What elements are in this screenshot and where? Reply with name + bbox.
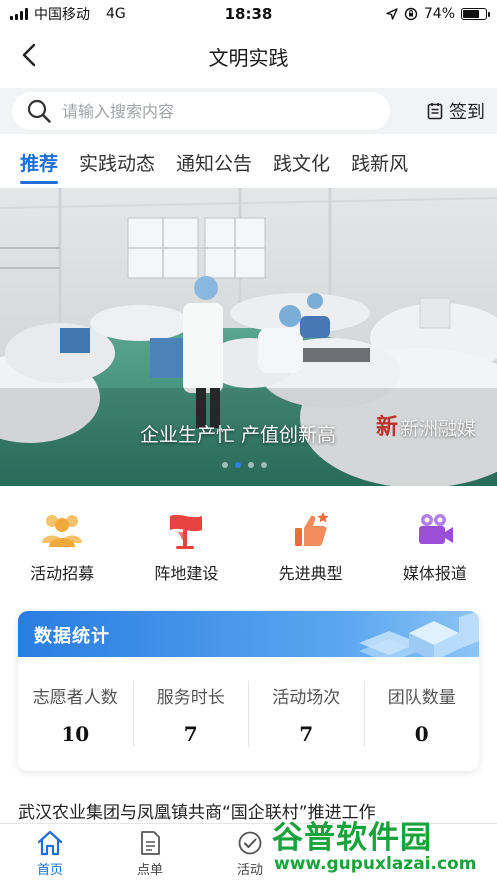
tabbar-activity[interactable]: 活动: [200, 824, 300, 883]
tabbar-label: 首页: [36, 862, 63, 878]
quick-label: 活动招募: [30, 564, 95, 583]
carousel-dot[interactable]: [222, 462, 228, 468]
check-circle-icon: [238, 831, 262, 854]
carousel-dot[interactable]: [235, 462, 241, 468]
stat-service-hours[interactable]: 服务时长 7: [134, 681, 249, 747]
bottom-tab-bar: 首页 点单 活动: [0, 823, 497, 883]
search-box[interactable]: [12, 92, 390, 130]
flag-icon: [164, 510, 208, 550]
orientation-lock-icon: [404, 7, 418, 21]
tab-culture[interactable]: 践文化: [273, 138, 330, 186]
battery-icon: [461, 8, 490, 20]
chevron-left-icon: [22, 43, 36, 67]
search-icon: [27, 99, 51, 123]
stat-value: 0: [414, 721, 429, 746]
page-title: 文明实践: [208, 45, 289, 70]
tabbar-order[interactable]: 点单: [100, 824, 200, 883]
back-button[interactable]: [14, 40, 44, 70]
stats-decoration: [359, 611, 479, 657]
quick-entries: 活动招募 阵地建设 先进典型 媒体报道: [0, 510, 497, 590]
tabbar-label: 活动: [236, 862, 263, 878]
location-icon: [386, 8, 398, 20]
quick-media-reports[interactable]: 媒体报道: [373, 510, 497, 590]
carrier-label: 中国移动: [34, 7, 90, 23]
quick-label: 媒体报道: [402, 564, 467, 583]
stat-value: 7: [299, 721, 314, 746]
search-input[interactable]: [62, 101, 352, 121]
stat-team-count[interactable]: 团队数量 0: [365, 681, 480, 747]
battery-percent: 74%: [423, 6, 455, 22]
tab-recommend[interactable]: 推荐: [20, 138, 59, 186]
stats-title: 数据统计: [34, 626, 110, 647]
news-headline[interactable]: 武汉农业集团与凤凰镇共商“国企联村”推进工作: [18, 798, 488, 823]
quick-label: 阵地建设: [154, 564, 219, 583]
status-left: 中国移动 4G: [10, 4, 126, 24]
thumbs-up-icon: [289, 510, 333, 550]
tab-new-customs[interactable]: 践新风: [351, 138, 408, 186]
carousel-dots: [222, 462, 267, 468]
signal-icon: [10, 8, 28, 20]
stat-activity-count[interactable]: 活动场次 7: [249, 681, 365, 747]
stat-label: 活动场次: [272, 687, 341, 708]
tab-notices[interactable]: 通知公告: [176, 138, 252, 186]
watermark-seal-icon: 新: [376, 414, 399, 440]
stat-value: 7: [183, 721, 198, 746]
search-row: 签到: [0, 88, 497, 134]
banner-caption: 企业生产忙 产值创新高: [140, 424, 337, 446]
checkin-button[interactable]: 签到: [427, 98, 485, 124]
quick-advanced-models[interactable]: 先进典型: [249, 510, 373, 590]
status-bar: 中国移动 4G 18:38 74%: [0, 0, 497, 28]
banner-carousel[interactable]: 企业生产忙 产值创新高 新 新洲融媒: [0, 188, 497, 486]
stats-header: 数据统计: [18, 611, 479, 657]
people-icon: [40, 510, 84, 550]
stat-label: 服务时长: [156, 687, 225, 708]
tabbar-label: 点单: [136, 862, 163, 878]
category-tabs: 推荐 实践动态 通知公告 践文化 践新风: [0, 138, 497, 186]
tab-practice-news[interactable]: 实践动态: [79, 138, 155, 186]
home-icon: [37, 830, 63, 855]
tabbar-home[interactable]: 首页: [0, 824, 100, 883]
quick-base-building[interactable]: 阵地建设: [124, 510, 248, 590]
quick-activity-recruit[interactable]: 活动招募: [0, 510, 124, 590]
document-icon: [141, 830, 160, 855]
carousel-dot[interactable]: [248, 462, 254, 468]
video-camera-icon: [413, 510, 457, 550]
banner-watermark: 新 新洲融媒: [376, 414, 476, 441]
watermark-text: 新洲融媒: [400, 418, 477, 440]
carousel-dot[interactable]: [261, 462, 267, 468]
quick-label: 先进典型: [278, 564, 343, 583]
stat-label: 团队数量: [387, 687, 456, 708]
nav-bar: 文明实践: [0, 28, 497, 84]
stats-body: 志愿者人数 10 服务时长 7 活动场次 7 团队数量 0: [18, 657, 479, 771]
stats-card: 数据统计 志愿者人数 10 服务时长 7 活动场次 7 团队数量 0: [18, 611, 479, 771]
calendar-icon: [427, 103, 443, 120]
network-label: 4G: [106, 6, 126, 22]
stat-volunteers[interactable]: 志愿者人数 10: [18, 681, 134, 747]
checkin-label: 签到: [449, 102, 485, 123]
stat-value: 10: [61, 721, 90, 746]
stat-label: 志愿者人数: [32, 687, 118, 708]
status-right: 74%: [386, 6, 490, 22]
